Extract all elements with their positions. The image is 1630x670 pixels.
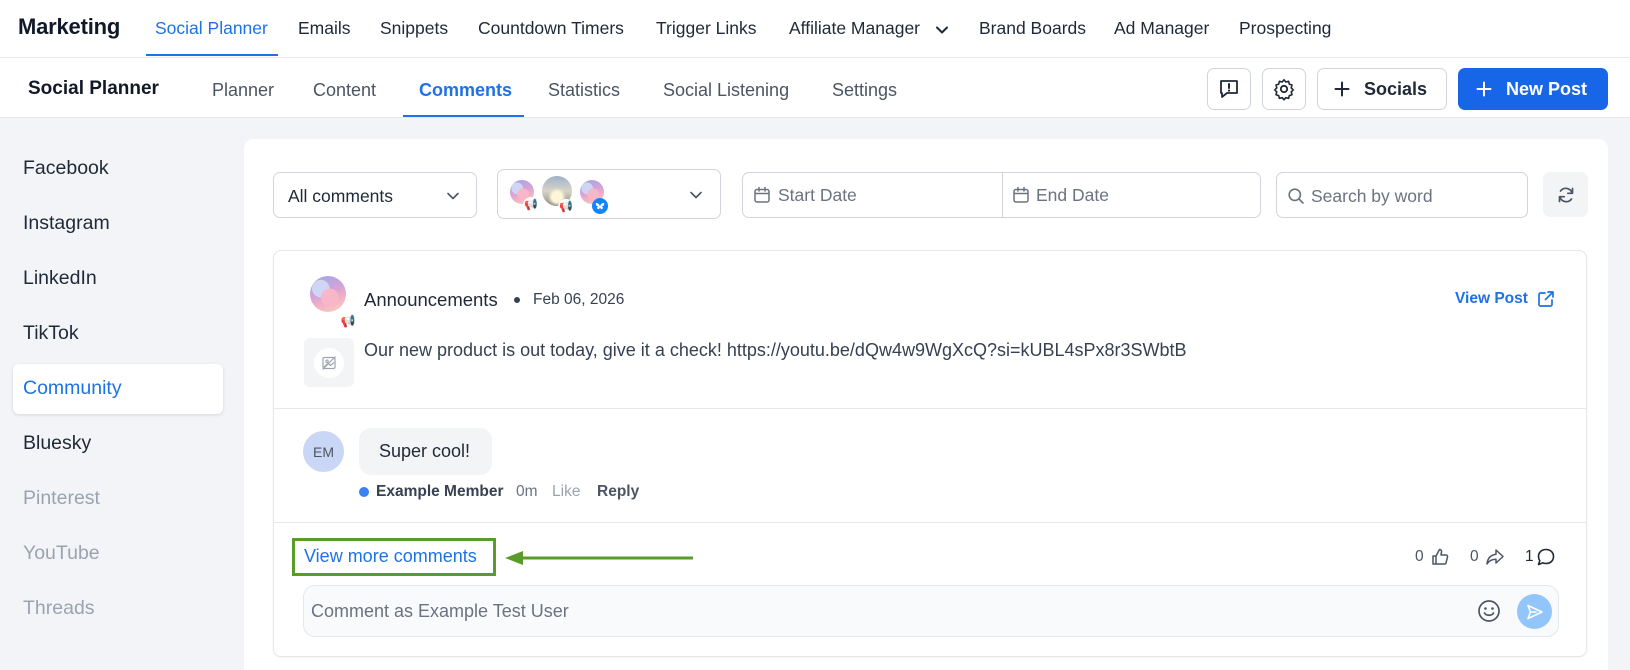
status-dot xyxy=(359,487,369,497)
comment-input[interactable]: Comment as Example Test User xyxy=(303,585,1559,637)
comment-filter-value: All comments xyxy=(288,186,394,206)
sub-nav: Social Planner Planner Content Comments … xyxy=(0,58,1630,118)
feedback-icon xyxy=(1217,77,1241,101)
sidebar-item-facebook[interactable]: Facebook xyxy=(23,157,109,180)
megaphone-icon: 📢 xyxy=(523,197,539,213)
top-nav-brand-boards[interactable]: Brand Boards xyxy=(979,18,1086,39)
refresh-button[interactable] xyxy=(1543,172,1588,217)
send-icon xyxy=(1526,603,1544,621)
megaphone-icon: 📢 xyxy=(339,312,357,330)
post-author-name: Announcements xyxy=(364,289,498,310)
sidebar-item-community[interactable]: Community xyxy=(23,377,122,400)
commenter-name[interactable]: Example Member xyxy=(376,483,504,501)
comment-time: 0m xyxy=(516,483,538,500)
start-date-input[interactable]: Start Date xyxy=(743,173,1001,217)
view-post-link[interactable]: View Post xyxy=(1455,290,1555,308)
external-link-icon xyxy=(1537,290,1555,308)
top-nav-prospecting[interactable]: Prospecting xyxy=(1239,18,1331,39)
post-date: Feb 06, 2026 xyxy=(533,291,625,308)
comment-bubble-icon[interactable] xyxy=(1536,547,1556,567)
sidebar-item-tiktok[interactable]: TikTok xyxy=(23,322,79,345)
tab-social-listening[interactable]: Social Listening xyxy=(663,80,789,101)
chevron-down-icon xyxy=(445,188,461,204)
sidebar-item-threads: Threads xyxy=(23,597,95,619)
view-post-label: View Post xyxy=(1455,290,1528,307)
active-tab-indicator xyxy=(146,54,278,56)
tab-content[interactable]: Content xyxy=(313,80,376,101)
send-button[interactable] xyxy=(1517,594,1552,629)
tab-comments[interactable]: Comments xyxy=(419,80,512,101)
app-title: Marketing xyxy=(18,14,121,39)
top-nav-countdown-timers[interactable]: Countdown Timers xyxy=(478,18,624,39)
commenter-initials: EM xyxy=(313,443,334,460)
sidebar-item-linkedin[interactable]: LinkedIn xyxy=(23,267,97,290)
settings-button[interactable] xyxy=(1262,68,1306,110)
like-comment-button[interactable]: Like xyxy=(552,483,580,501)
account-filter-select[interactable]: 📢 📢 xyxy=(497,169,721,219)
start-date-placeholder: Start Date xyxy=(778,185,857,205)
sidebar-item-pinterest: Pinterest xyxy=(23,487,100,509)
sidebar-item-youtube: YouTube xyxy=(23,542,100,564)
end-date-placeholder: End Date xyxy=(1036,185,1109,205)
new-post-label: New Post xyxy=(1506,78,1588,99)
view-more-comments-link[interactable]: View more comments xyxy=(304,546,477,567)
top-nav: Marketing Social Planner Emails Snippets… xyxy=(0,0,1630,58)
emoji-icon[interactable] xyxy=(1477,599,1501,623)
top-nav-emails[interactable]: Emails xyxy=(298,18,351,39)
reply-comment-button[interactable]: Reply xyxy=(597,483,639,501)
plus-icon xyxy=(1334,81,1350,97)
top-nav-snippets[interactable]: Snippets xyxy=(380,18,448,39)
thumbs-up-icon[interactable] xyxy=(1430,547,1450,567)
top-nav-affiliate-manager[interactable]: Affiliate Manager xyxy=(789,18,920,39)
chevron-down-icon xyxy=(688,187,704,203)
tab-planner[interactable]: Planner xyxy=(212,80,274,101)
post-author-avatar xyxy=(310,276,346,312)
search-icon xyxy=(1287,187,1305,205)
calendar-icon xyxy=(753,186,771,204)
butterfly-icon xyxy=(592,198,608,214)
search-placeholder: Search by word xyxy=(1311,186,1433,206)
comments-count: 1 xyxy=(1525,548,1534,565)
separator-dot xyxy=(514,297,520,303)
annotation-arrow xyxy=(505,549,695,567)
post-media-placeholder xyxy=(304,338,354,387)
comment-text: Super cool! xyxy=(379,441,471,461)
top-nav-social-planner[interactable]: Social Planner xyxy=(155,18,268,39)
top-nav-ad-manager[interactable]: Ad Manager xyxy=(1114,18,1209,39)
tab-settings[interactable]: Settings xyxy=(832,80,897,101)
end-date-input[interactable]: End Date xyxy=(1002,173,1260,217)
socials-label: Socials xyxy=(1364,78,1428,99)
gear-icon xyxy=(1272,77,1296,101)
calendar-icon xyxy=(1012,186,1030,204)
active-subtab-indicator xyxy=(403,115,524,117)
likes-count: 0 xyxy=(1415,548,1424,565)
plus-icon xyxy=(1476,81,1492,97)
post-divider xyxy=(273,408,1587,409)
commenter-avatar: EM xyxy=(303,431,344,472)
comment-bubble: Super cool! xyxy=(359,428,492,475)
feedback-button[interactable] xyxy=(1207,68,1251,110)
affiliate-manager-label: Affiliate Manager xyxy=(789,18,921,38)
comment-input-placeholder: Comment as Example Test User xyxy=(311,601,569,621)
comments-divider xyxy=(273,522,1587,523)
comment-filter-select[interactable]: All comments xyxy=(273,172,477,218)
add-socials-button[interactable]: Socials xyxy=(1317,68,1447,110)
sidebar-item-bluesky[interactable]: Bluesky xyxy=(23,432,91,455)
sidebar-item-instagram[interactable]: Instagram xyxy=(23,212,110,235)
section-title: Social Planner xyxy=(28,78,159,99)
chevron-down-icon[interactable] xyxy=(934,22,950,38)
refresh-icon xyxy=(1556,185,1576,205)
megaphone-icon: 📢 xyxy=(558,199,574,215)
image-off-icon xyxy=(314,347,344,378)
search-input[interactable]: Search by word xyxy=(1276,172,1528,218)
new-post-button[interactable]: New Post xyxy=(1458,68,1608,110)
share-icon[interactable] xyxy=(1485,547,1505,567)
tab-statistics[interactable]: Statistics xyxy=(548,80,620,101)
post-text: Our new product is out today, give it a … xyxy=(364,340,1187,360)
shares-count: 0 xyxy=(1470,548,1479,565)
top-nav-trigger-links[interactable]: Trigger Links xyxy=(656,18,757,39)
